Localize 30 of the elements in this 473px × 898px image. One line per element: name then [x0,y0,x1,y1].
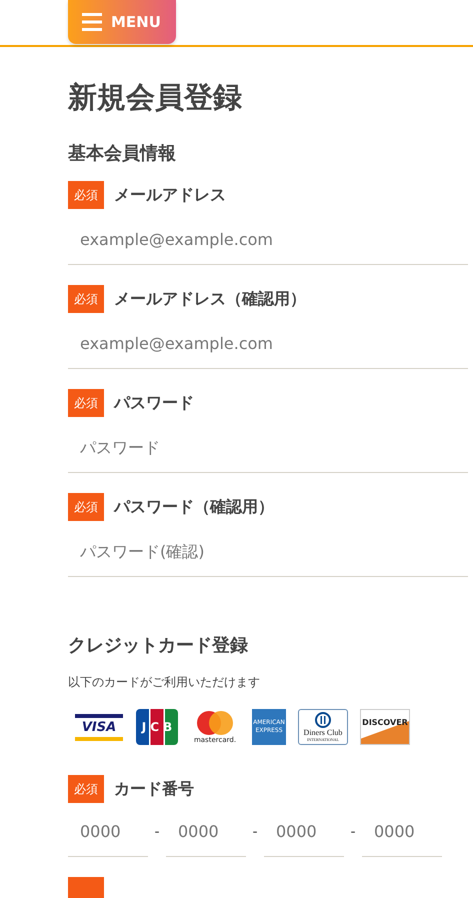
required-badge: 必須 [68,389,104,417]
card-number-field[interactable]: 0000 [362,807,442,857]
page-title: 新規会員登録 [68,79,243,116]
menu-icon [82,12,102,32]
field-label: パスワード（確認用） [114,496,274,518]
menu-button[interactable]: MENU [68,0,176,44]
required-badge: 必須 [68,493,104,521]
input-field[interactable]: example@example.com [68,319,468,369]
field-label: パスワード [114,392,194,414]
visa-logo: VISA [74,709,124,745]
card-number-field[interactable]: 0000 [166,807,246,857]
section-heading: 基本会員情報 [68,142,177,166]
section-heading: クレジットカード登録 [68,634,249,658]
field-label: カード番号 [114,778,194,800]
required-badge [68,877,104,898]
cards-note: 以下のカードがご利用いただけます [68,674,261,691]
separator-dash: - [153,824,161,840]
input-field[interactable]: パスワード(確認) [68,527,468,577]
required-badge: 必須 [68,181,104,209]
separator-dash: - [349,824,357,840]
field-label: メールアドレス（確認用） [114,288,306,310]
required-badge: 必須 [68,775,104,803]
required-badge: 必須 [68,285,104,313]
input-field[interactable]: example@example.com [68,215,468,265]
discover-logo: DISCOVER [360,709,410,745]
card-number-field[interactable]: 0000 [68,807,148,857]
separator-dash: - [251,824,259,840]
input-field[interactable]: パスワード [68,423,468,473]
card-number-field[interactable]: 0000 [264,807,344,857]
field-label: メールアドレス [114,184,226,206]
